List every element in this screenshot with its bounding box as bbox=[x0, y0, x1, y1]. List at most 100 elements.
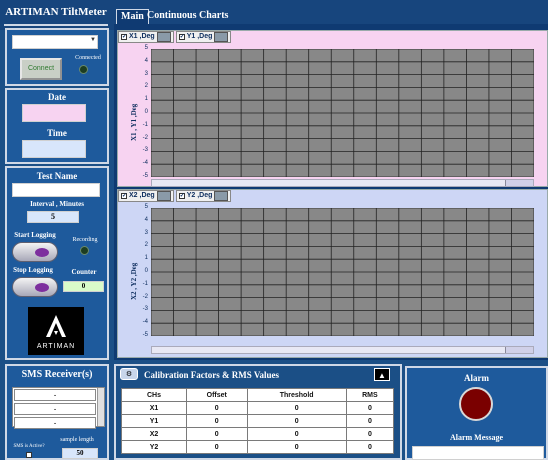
header-offset: Offset bbox=[186, 388, 248, 402]
threshold-x1[interactable]: 0 bbox=[246, 401, 347, 415]
legend-y1[interactable]: ✓ Y1 ,Deg bbox=[175, 31, 232, 43]
header-threshold: Threshold bbox=[246, 388, 347, 402]
checkbox-icon: ✓ bbox=[121, 34, 128, 40]
threshold-y1[interactable]: 0 bbox=[246, 414, 347, 428]
sms-scrollbar[interactable] bbox=[97, 388, 104, 426]
chart-2-scroll-thumb[interactable] bbox=[505, 347, 533, 353]
artiman-logo-icon bbox=[46, 315, 66, 337]
y-tick-label: 4 bbox=[144, 57, 148, 64]
test-name-input[interactable] bbox=[12, 183, 100, 197]
start-logging-indicator bbox=[35, 248, 49, 257]
connected-led bbox=[79, 65, 88, 74]
ch-y1: Y1 bbox=[121, 414, 187, 428]
logo-text: ARTIMAN bbox=[36, 343, 76, 350]
stop-logging-label: Stop Logging bbox=[13, 266, 53, 274]
sms-active-checkbox[interactable] bbox=[26, 452, 32, 458]
y-tick-label: 3 bbox=[144, 229, 148, 236]
tab-continuous-charts[interactable]: Continuous Charts bbox=[143, 9, 232, 25]
alarm-title: Alarm bbox=[464, 373, 489, 383]
y-tick-label: -3 bbox=[142, 306, 148, 313]
table-row: X2 0 0 0 bbox=[121, 427, 395, 441]
y-tick-label: 1 bbox=[144, 96, 148, 103]
interval-label: Interval , Minutes bbox=[30, 200, 84, 208]
connect-button[interactable]: Connect bbox=[20, 58, 62, 80]
chart-2-legend: ✓ X2 ,Deg ✓ Y2 ,Deg bbox=[118, 190, 232, 202]
interval-input[interactable]: 5 bbox=[27, 211, 79, 223]
checkbox-icon: ✓ bbox=[178, 34, 185, 40]
sms-row: - bbox=[14, 389, 96, 401]
table-row: X1 0 0 0 bbox=[121, 401, 395, 415]
chart-2-scrollbar[interactable] bbox=[151, 346, 534, 354]
y-tick-label: 5 bbox=[144, 204, 148, 210]
app-title: ARTIMAN TiltMeter bbox=[4, 6, 108, 26]
y-tick-label: 1 bbox=[144, 255, 148, 262]
y-tick-label: 3 bbox=[144, 70, 148, 77]
rms-x1: 0 bbox=[345, 401, 395, 415]
artiman-logo: ARTIMAN bbox=[28, 307, 84, 355]
ch-x2: X2 bbox=[121, 427, 187, 441]
chart-2-ylabel: X2 , Y2 ,Deg bbox=[130, 262, 138, 300]
x2-swatch bbox=[156, 191, 171, 201]
alarm-message-field bbox=[412, 446, 544, 460]
y-tick-label: -5 bbox=[142, 173, 148, 179]
table-row: Y2 0 0 0 bbox=[121, 440, 395, 454]
legend-x1[interactable]: ✓ X1 ,Deg bbox=[118, 31, 174, 43]
chart-1-grid bbox=[150, 48, 535, 178]
sms-row: - bbox=[14, 417, 96, 429]
table-row: Y1 0 0 0 bbox=[121, 414, 395, 428]
ch-y2: Y2 bbox=[121, 440, 187, 454]
chart-2-grid bbox=[150, 207, 535, 337]
rms-x2: 0 bbox=[345, 427, 395, 441]
y-tick-label: -1 bbox=[142, 121, 148, 128]
chevron-down-icon: ▼ bbox=[90, 37, 96, 43]
calibration-header-row: CHs Offset Threshold RMS bbox=[121, 388, 395, 402]
chart-1-ylabel: X1 , Y1 ,Deg bbox=[130, 103, 138, 141]
rms-y1: 0 bbox=[345, 414, 395, 428]
ch-x1: X1 bbox=[121, 401, 187, 415]
x1-swatch bbox=[156, 32, 171, 42]
chart-1-scroll-thumb[interactable] bbox=[505, 180, 533, 186]
y-tick-label: -5 bbox=[142, 332, 148, 338]
alarm-message-label: Alarm Message bbox=[449, 433, 504, 442]
checkbox-icon: ✓ bbox=[178, 193, 185, 199]
chart-2-plot bbox=[150, 207, 535, 337]
offset-y1[interactable]: 0 bbox=[186, 414, 248, 428]
calibration-table: CHs Offset Threshold RMS X1 0 0 0 Y1 0 0 0 X2 0… bbox=[121, 388, 395, 454]
offset-y2[interactable]: 0 bbox=[186, 440, 248, 454]
y-tick-label: -4 bbox=[142, 160, 148, 167]
legend-y2[interactable]: ✓ Y2 ,Deg bbox=[175, 190, 232, 202]
sms-row: - bbox=[14, 403, 96, 415]
rms-y2: 0 bbox=[345, 440, 395, 454]
sms-active-label: SMS is Active? bbox=[13, 444, 45, 449]
offset-x2[interactable]: 0 bbox=[186, 427, 248, 441]
connected-label: Connected bbox=[75, 55, 101, 61]
recording-led bbox=[80, 246, 89, 255]
calibration-icon: ⚙ bbox=[120, 368, 138, 380]
chart-1-plot bbox=[150, 48, 535, 178]
calibration-title: Calibration Factors & RMS Values bbox=[144, 370, 279, 380]
sample-length-input[interactable]: 50 bbox=[62, 448, 98, 459]
legend-x2[interactable]: ✓ X2 ,Deg bbox=[118, 190, 174, 202]
date-field bbox=[22, 104, 86, 122]
chart-1-scrollbar[interactable] bbox=[151, 179, 534, 187]
header-rms: RMS bbox=[345, 388, 395, 402]
chart-2: ✓ X2 ,Deg ✓ Y2 ,Deg X2 , Y2 ,Deg 5 4 3 2 1 0 -1-… bbox=[117, 189, 548, 358]
sample-length-label: sample length bbox=[60, 437, 94, 443]
calibration-expand-icon[interactable]: ▲ bbox=[374, 368, 390, 381]
start-logging-button[interactable] bbox=[12, 242, 58, 262]
stop-logging-button[interactable] bbox=[12, 277, 58, 297]
y1-swatch bbox=[214, 32, 229, 42]
threshold-x2[interactable]: 0 bbox=[246, 427, 347, 441]
threshold-y2[interactable]: 0 bbox=[246, 440, 347, 454]
recording-label: Recording bbox=[72, 237, 98, 243]
y-tick-label: -3 bbox=[142, 147, 148, 154]
time-label: Time bbox=[47, 128, 67, 138]
port-select[interactable]: ▼ bbox=[12, 35, 98, 49]
y-tick-label: 0 bbox=[144, 109, 148, 115]
offset-x1[interactable]: 0 bbox=[186, 401, 248, 415]
checkbox-icon: ✓ bbox=[121, 193, 128, 199]
start-logging-label: Start Logging bbox=[14, 231, 56, 239]
y-tick-label: 4 bbox=[144, 216, 148, 223]
y-tick-label: -4 bbox=[142, 319, 148, 326]
counter-value: 0 bbox=[63, 281, 104, 292]
